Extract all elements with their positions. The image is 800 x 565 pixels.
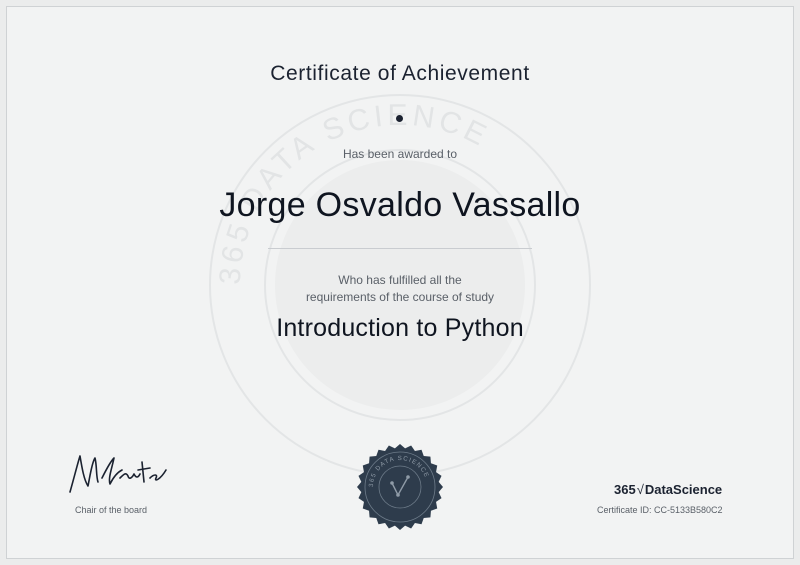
fulfilled-line-2: requirements of the course of study [305,290,495,304]
brand-logo: 365√DataScience [614,482,742,497]
certificate-id: Certificate ID: CC-5133B580C2 [597,505,723,515]
decorative-dot [396,115,403,122]
certificate-title: Certificate of Achievement [270,62,530,85]
seal-badge: 365 DATA SCIENCE [357,444,443,530]
sqrt-icon: √ [636,482,644,497]
signature-image [69,455,167,493]
recipient-name: Jorge Osvaldo Vassallo [219,186,581,224]
fulfilled-text: Who has fulfilled all the requirements o… [0,272,800,306]
course-name: Introduction to Python [276,314,524,342]
brand-name: DataScience [644,482,723,497]
brand-number: 365 [614,482,636,497]
awarded-text: Has been awarded to [342,147,458,161]
fulfilled-line-1: Who has fulfilled all the [338,273,462,287]
signer-role: Chair of the board [74,505,148,515]
divider [268,248,532,249]
certificate: 365 DATA SCIENCE Certificate of Achievem… [0,0,800,565]
